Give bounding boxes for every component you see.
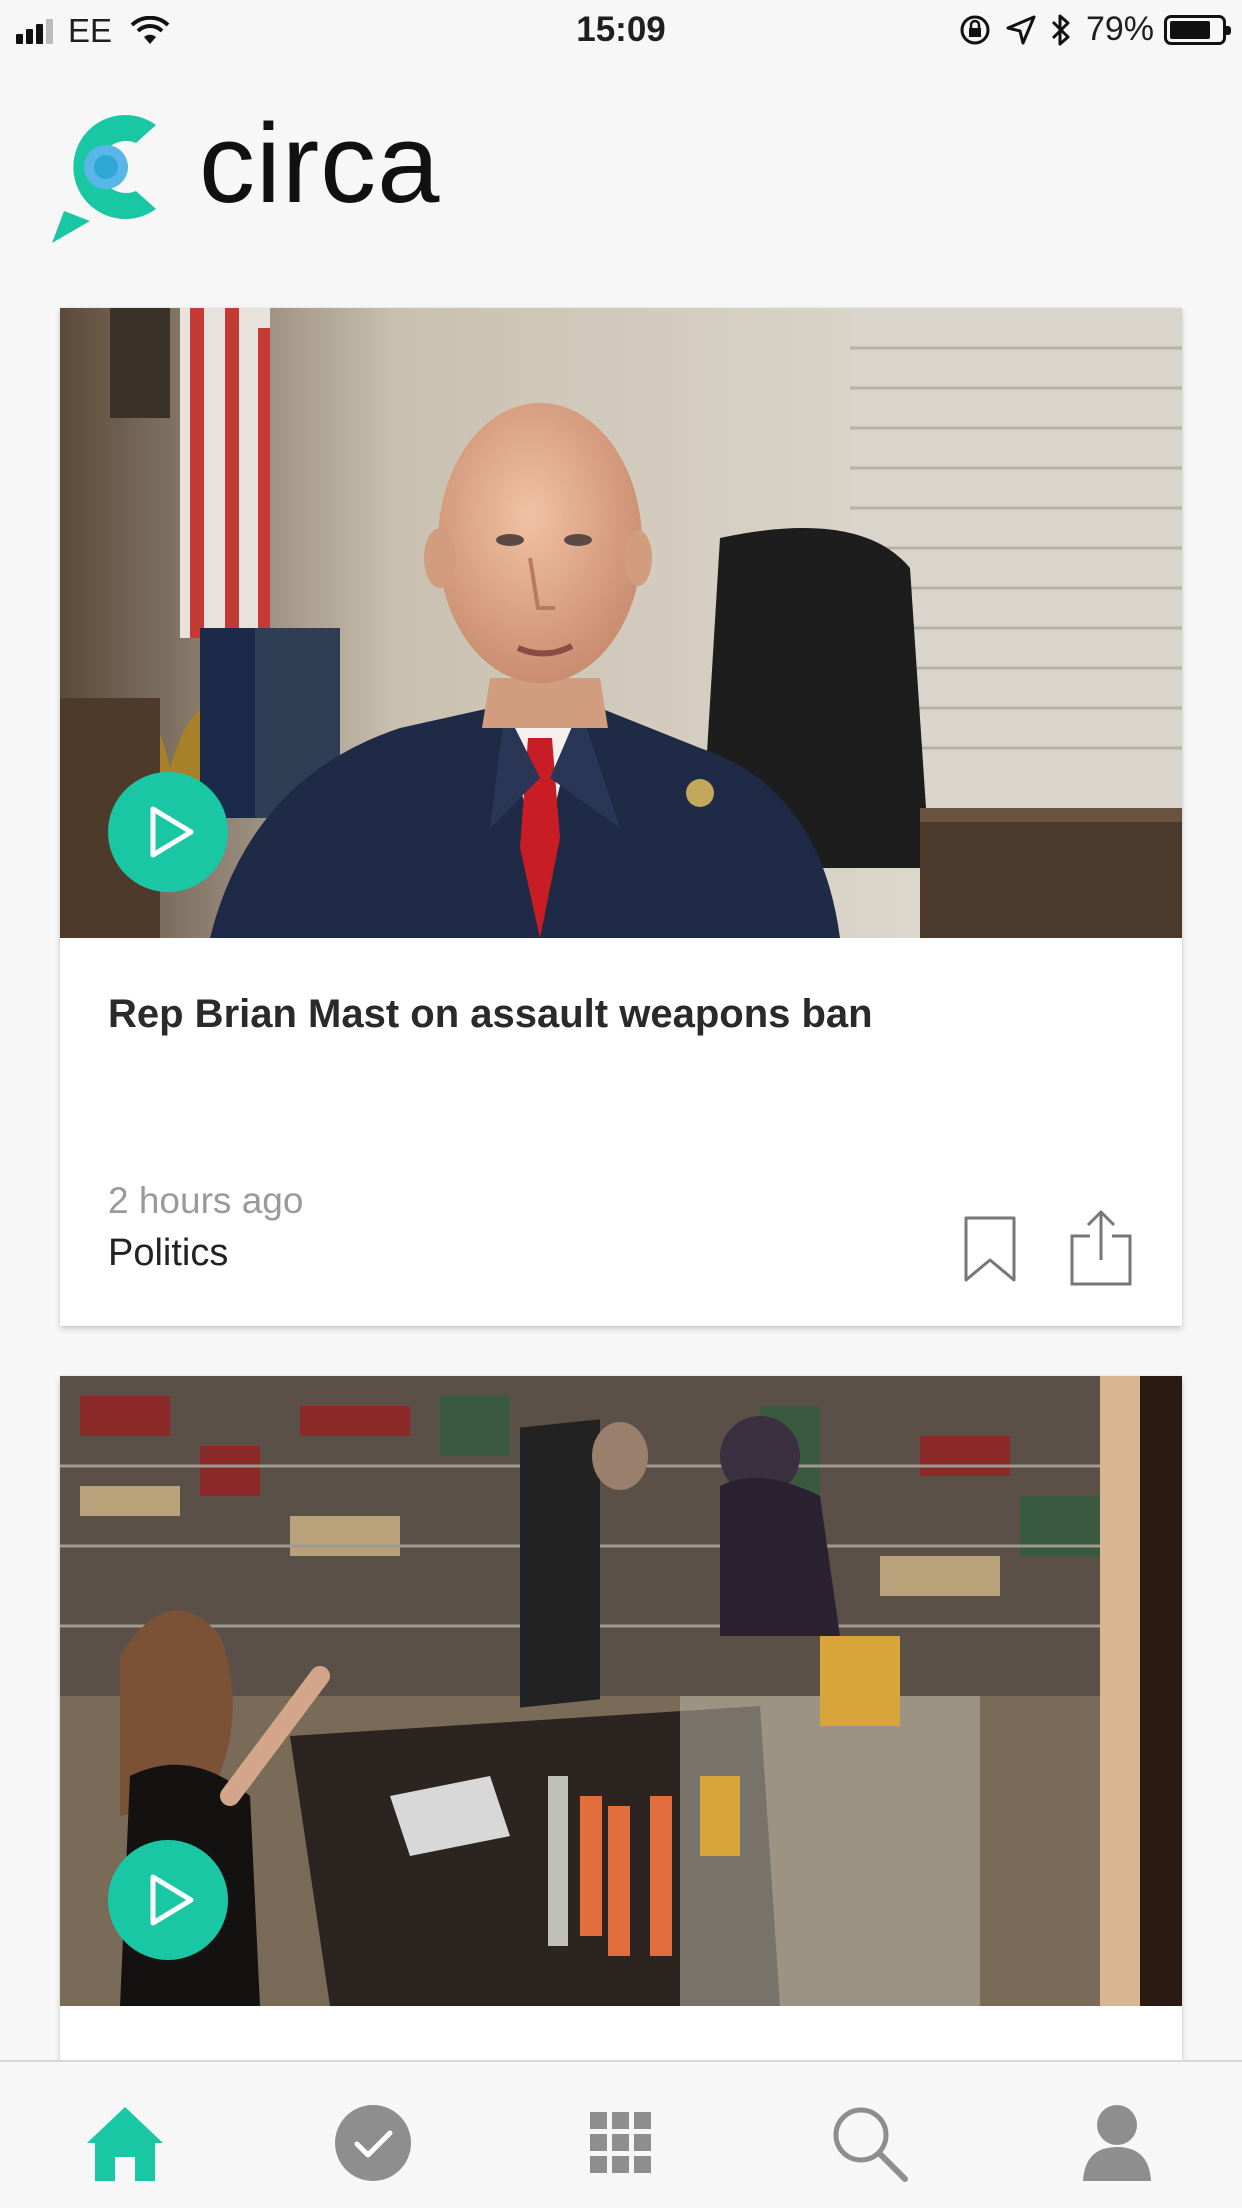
brand-name: circa (199, 100, 441, 226)
check-circle-icon (335, 2105, 411, 2181)
story-category[interactable]: Politics (108, 1232, 228, 1275)
status-right: 79% (944, 10, 1231, 49)
bookmark-button[interactable] (962, 1214, 1018, 1289)
app-header: circa (44, 88, 440, 248)
battery-fill (1170, 20, 1210, 39)
story-card[interactable]: Rep Brian Mast on assault weapons ban 2 … (60, 308, 1182, 1326)
location-icon (1006, 15, 1036, 45)
status-bar: EE 15:09 79% (0, 0, 1242, 62)
tab-profile[interactable] (1072, 2098, 1162, 2188)
share-button[interactable] (1068, 1208, 1134, 1293)
play-button[interactable] (108, 772, 228, 892)
tab-home[interactable] (80, 2098, 170, 2188)
tab-topics[interactable] (576, 2098, 666, 2188)
play-icon (150, 806, 194, 858)
interview-photo (60, 308, 1182, 938)
tab-following[interactable] (328, 2098, 418, 2188)
story-title[interactable]: Rep Brian Mast on assault weapons ban (108, 988, 1128, 1040)
story-video-thumbnail[interactable] (60, 1376, 1182, 2006)
story-video-thumbnail[interactable] (60, 308, 1182, 938)
orientation-lock-icon (958, 13, 992, 47)
play-icon (150, 1874, 194, 1926)
bluetooth-icon (1050, 13, 1072, 47)
home-icon (87, 2107, 163, 2181)
grid-icon (590, 2112, 651, 2173)
battery-icon (1164, 14, 1231, 45)
profile-icon (1083, 2105, 1151, 2181)
battery-percent: 79% (1085, 10, 1154, 48)
story-card[interactable] (60, 1376, 1182, 2076)
story-timestamp: 2 hours ago (108, 1180, 304, 1221)
bookmark-icon (964, 1216, 1016, 1282)
circa-logo-icon (52, 115, 156, 243)
tab-bar (0, 2060, 1242, 2208)
store-photo (60, 1376, 1182, 2006)
share-icon (1070, 1210, 1132, 1286)
tab-search[interactable] (824, 2098, 914, 2188)
play-button[interactable] (108, 1840, 228, 1960)
search-icon (833, 2107, 908, 2182)
